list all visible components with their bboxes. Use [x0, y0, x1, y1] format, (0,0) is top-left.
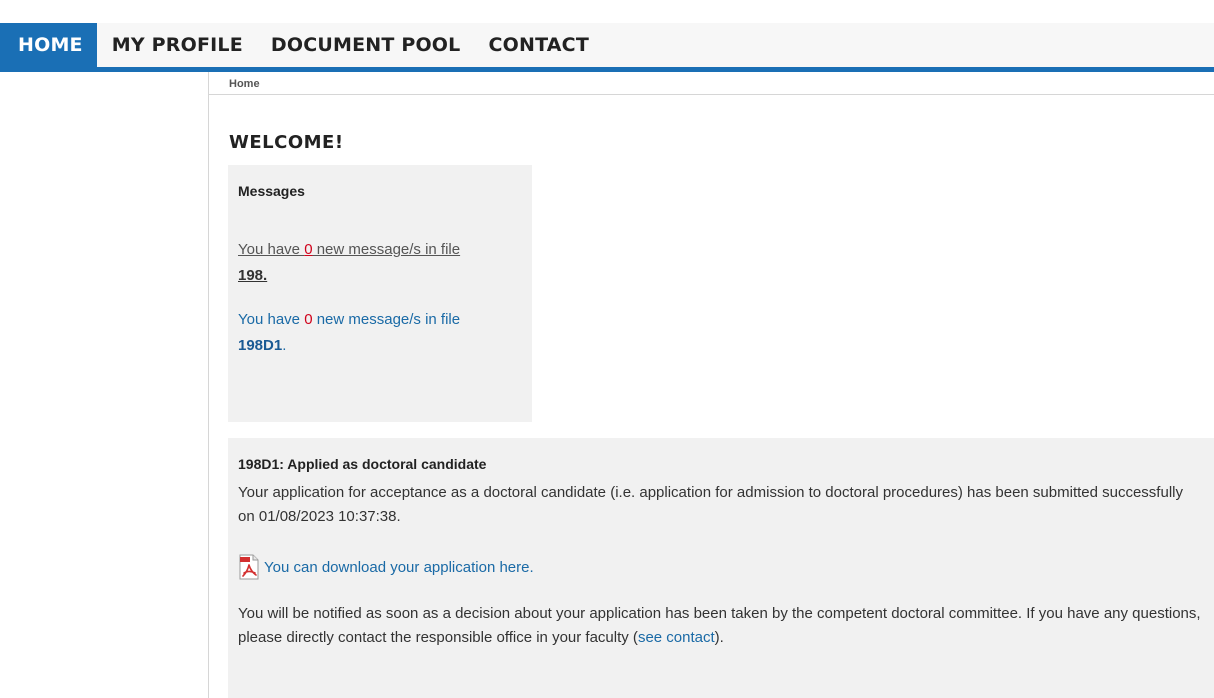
nav-home[interactable]: HOME	[0, 23, 97, 67]
message-suffix: new message/s in file	[312, 311, 461, 328]
download-label: You can download your application here.	[264, 558, 534, 576]
nav-document-pool[interactable]: DOCUMENT POOL	[257, 23, 475, 67]
see-contact-link[interactable]: see contact	[638, 629, 715, 646]
message-prefix: You have	[238, 311, 305, 328]
breadcrumb[interactable]: Home	[229, 78, 260, 90]
breadcrumb-divider	[209, 94, 1214, 95]
messages-panel: Messages You have 0 new message/s in fil…	[228, 165, 532, 422]
message-link-198[interactable]: You have 0 new message/s in file 198.	[238, 237, 518, 289]
message-prefix: You have	[238, 241, 305, 258]
content-area: Home WELCOME! Messages You have 0 new me…	[208, 72, 1214, 698]
application-status-panel: 198D1: Applied as doctoral candidate You…	[228, 438, 1214, 698]
messages-heading: Messages	[238, 183, 305, 199]
download-application-link[interactable]: You can download your application here.	[238, 554, 534, 580]
page-title: WELCOME!	[229, 132, 344, 153]
notification-text-end: ).	[714, 629, 724, 646]
status-paragraph: Your application for acceptance as a doc…	[238, 484, 1183, 525]
pdf-icon	[238, 554, 260, 580]
message-count: 0	[304, 311, 313, 328]
message-suffix: new message/s in file	[312, 241, 461, 258]
status-heading: 198D1: Applied as doctoral candidate	[238, 456, 487, 472]
nav-my-profile[interactable]: MY PROFILE	[97, 23, 257, 67]
nav-contact[interactable]: CONTACT	[474, 23, 603, 67]
main-nav: HOME MY PROFILE DOCUMENT POOL CONTACT	[0, 23, 1214, 72]
message-link-198d1[interactable]: You have 0 new message/s in file 198D1.	[238, 307, 518, 359]
message-trailing: .	[282, 337, 287, 354]
message-file-id: 198D1	[238, 337, 283, 354]
top-header: HOME MY PROFILE DOCUMENT POOL CONTACT	[0, 0, 1214, 72]
message-count: 0	[304, 241, 313, 258]
notification-paragraph: You will be notified as soon as a decisi…	[238, 602, 1203, 650]
message-file-id: 198.	[238, 267, 268, 284]
